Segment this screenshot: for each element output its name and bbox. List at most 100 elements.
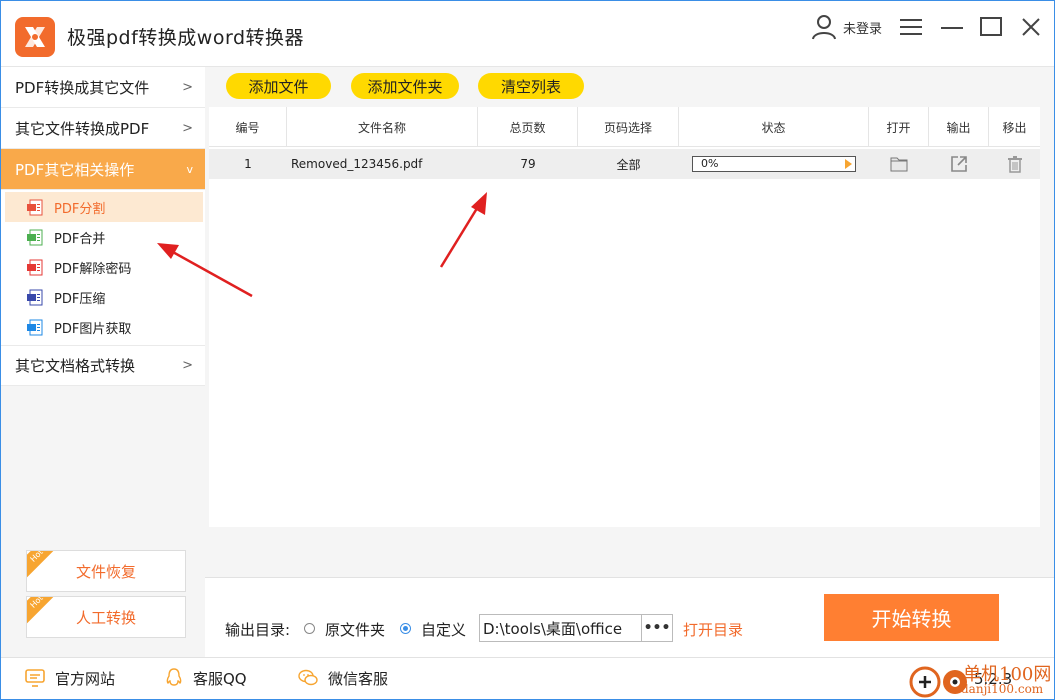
trash-icon[interactable] (1007, 155, 1023, 173)
maximize-icon (980, 17, 1002, 36)
radio-original-folder-label[interactable]: 原文件夹 (325, 619, 385, 640)
file-table: 编号 文件名称 总页数 页码选择 状态 打开 输出 移出 1 Removed_1… (209, 107, 1040, 527)
footer: 官方网站 客服QQ 微信客服 5.2.3 单机100网 danji100.com (1, 657, 1054, 699)
wechat-icon (298, 669, 318, 686)
column-header-remove: 移出 (1002, 120, 1027, 135)
sidebar-item-pdf-split[interactable]: PDF分割 (5, 192, 203, 222)
table-header: 编号 文件名称 总页数 页码选择 状态 打开 输出 移出 (209, 107, 1040, 147)
column-header-filename: 文件名称 (287, 107, 478, 147)
hot-badge: Hot (27, 597, 59, 624)
column-header-index: 编号 (209, 107, 287, 147)
sidebar-item-pdf-merge[interactable]: PDF合并 (1, 222, 205, 252)
row-remove-cell (989, 149, 1040, 179)
column-header-pages: 总页数 (478, 107, 578, 147)
browse-button[interactable]: ••• (641, 614, 673, 642)
sidebar-item-label: PDF解除密码 (54, 261, 132, 277)
add-folder-button[interactable]: 添加文件夹 (351, 73, 459, 99)
main-panel: 添加文件 添加文件夹 清空列表 编号 文件名称 总页数 页码选择 状态 打开 输… (205, 67, 1054, 657)
sidebar-item-label: PDF图片获取 (54, 321, 132, 337)
toolbar: 添加文件 添加文件夹 清空列表 (205, 67, 1054, 105)
app-window: 极强pdf转换成word转换器 未登录 PDF转换成其它文件 > 其它文件转换成… (0, 0, 1055, 700)
sidebar-item-pdf-image[interactable]: PDF图片获取 (1, 312, 205, 342)
add-file-button[interactable]: 添加文件 (226, 73, 331, 99)
minimize-icon (941, 27, 963, 29)
wechat-support-label: 微信客服 (328, 669, 389, 688)
hamburger-menu-icon (900, 19, 922, 35)
radio-original-folder[interactable] (304, 623, 315, 634)
radio-custom-folder[interactable] (400, 623, 411, 634)
output-path-input[interactable] (479, 614, 643, 642)
start-conversion-button[interactable]: 开始转换 (824, 594, 999, 641)
sidebar-category-pdf-other-ops[interactable]: PDF其它相关操作 v (1, 149, 205, 190)
row-index: 1 (244, 157, 252, 171)
promo-label: 人工转换 (75, 608, 136, 627)
row-status: 0% (679, 149, 869, 179)
chevron-down-icon: v (186, 162, 193, 176)
folder-open-icon[interactable] (890, 156, 908, 172)
sidebar: PDF转换成其它文件 > 其它文件转换成PDF > PDF其它相关操作 v PD… (1, 67, 205, 657)
progress-text: 0% (701, 157, 719, 170)
category-label: PDF其它相关操作 (15, 160, 135, 179)
monitor-icon (25, 669, 45, 687)
category-label: PDF转换成其它文件 (15, 78, 150, 97)
watermark-url: danji100.com (961, 682, 1044, 696)
pdf-split-icon (27, 199, 43, 215)
sidebar-category-other-to-pdf[interactable]: 其它文件转换成PDF > (1, 108, 205, 149)
chevron-right-icon: > (182, 358, 193, 373)
clear-list-button[interactable]: 清空列表 (478, 73, 584, 99)
table-row[interactable]: 1 Removed_123456.pdf 79 全部 0% (209, 149, 1040, 179)
category-label: 其它文档格式转换 (15, 357, 136, 375)
row-filename: Removed_123456.pdf (291, 157, 423, 171)
pdf-image-icon (27, 319, 43, 335)
qq-support-label: 客服QQ (193, 669, 247, 688)
qq-support-link[interactable]: 客服QQ (165, 668, 247, 688)
row-page-range[interactable]: 全部 (578, 149, 679, 179)
wechat-support-link[interactable]: 微信客服 (298, 668, 388, 688)
close-button[interactable] (1017, 13, 1045, 41)
menu-button[interactable] (897, 13, 925, 41)
sidebar-item-label: PDF压缩 (54, 291, 106, 307)
login-button[interactable]: 未登录 (811, 13, 882, 41)
column-header-page-range: 页码选择 (578, 107, 679, 147)
play-icon[interactable] (845, 159, 852, 169)
output-dir-label: 输出目录: (225, 621, 291, 639)
maximize-button[interactable] (977, 13, 1005, 41)
row-pages: 79 (520, 157, 536, 171)
official-website-label: 官方网站 (55, 669, 116, 688)
open-directory-link[interactable]: 打开目录 (683, 619, 743, 640)
minimize-button[interactable] (938, 13, 966, 41)
app-logo-icon (15, 17, 55, 57)
title-bar: 极强pdf转换成word转换器 未登录 (1, 1, 1054, 67)
promo-label: 文件恢复 (75, 562, 136, 581)
close-icon (1022, 18, 1040, 36)
output-settings-bar: 输出目录: 原文件夹 自定义 ••• 打开目录 开始转换 (205, 577, 1054, 657)
file-recovery-button[interactable]: Hot 文件恢复 (26, 550, 186, 592)
column-header-open: 打开 (869, 107, 929, 147)
pdf-unlock-icon (27, 259, 43, 275)
user-icon (812, 15, 836, 40)
chevron-right-icon: > (182, 79, 193, 95)
sidebar-item-pdf-unlock[interactable]: PDF解除密码 (1, 252, 205, 282)
external-link-icon[interactable] (950, 155, 968, 173)
radio-custom-folder-label[interactable]: 自定义 (421, 619, 466, 640)
row-open-cell (869, 149, 929, 179)
chevron-right-icon: > (182, 120, 193, 136)
category-label: 其它文件转换成PDF (15, 119, 150, 138)
official-website-link[interactable]: 官方网站 (25, 668, 115, 688)
sidebar-item-pdf-compress[interactable]: PDF压缩 (1, 282, 205, 312)
row-output-cell (929, 149, 989, 179)
app-title: 极强pdf转换成word转换器 (67, 27, 305, 49)
progress-bar: 0% (692, 156, 856, 172)
qq-penguin-icon (166, 668, 182, 686)
sidebar-item-label: PDF合并 (54, 231, 106, 247)
column-header-status: 状态 (679, 107, 869, 147)
sidebar-item-label: PDF分割 (54, 201, 106, 217)
manual-conversion-button[interactable]: Hot 人工转换 (26, 596, 186, 638)
pdf-merge-icon (27, 229, 43, 245)
hot-badge: Hot (27, 551, 59, 578)
column-header-output: 输出 (929, 107, 989, 147)
login-status: 未登录 (843, 21, 883, 37)
sidebar-category-other-doc-format[interactable]: 其它文档格式转换 > (1, 345, 205, 386)
pdf-compress-icon (27, 289, 43, 305)
sidebar-category-pdf-to-other[interactable]: PDF转换成其它文件 > (1, 67, 205, 108)
